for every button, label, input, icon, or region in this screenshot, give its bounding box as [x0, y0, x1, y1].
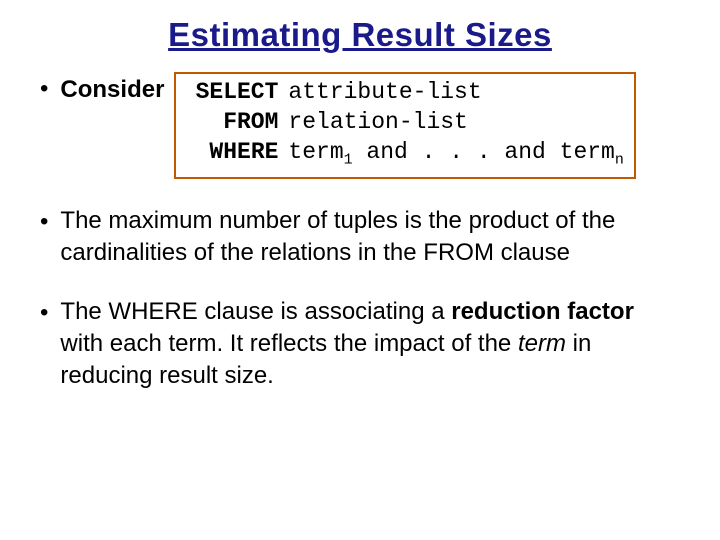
text-fragment: with each term. It reflects the impact o… — [60, 330, 518, 357]
term-prefix: term — [288, 139, 343, 165]
term-sub-n: n — [615, 152, 624, 168]
sql-arg-where: term1 and . . . and termn — [288, 139, 623, 165]
sql-box: SELECT attribute-list FROM relation-list W… — [174, 72, 635, 179]
term-sub-1: 1 — [344, 152, 353, 168]
sql-keyword-from: FROM — [186, 108, 278, 138]
sql-line-where: WHERE term1 and . . . and termn — [186, 138, 623, 171]
term-emph: term — [518, 330, 566, 357]
sql-keyword-select: SELECT — [186, 78, 278, 108]
bullet-body: Consider SELECT attribute-list FROM relati… — [60, 72, 680, 179]
slide: Estimating Result Sizes • Consider SELEC… — [0, 0, 720, 540]
text-fragment: The WHERE clause is associating a — [60, 298, 451, 325]
reduction-factor-bold: reduction factor — [451, 298, 634, 325]
sql-arg-from: relation-list — [288, 109, 467, 135]
consider-label: Consider — [60, 72, 164, 106]
consider-row: Consider SELECT attribute-list FROM relati… — [60, 72, 680, 179]
slide-title: Estimating Result Sizes — [40, 16, 680, 54]
term-mid: and . . . and term — [353, 139, 615, 165]
bullet-dot-icon: • — [40, 74, 48, 104]
bullet-dot-icon: • — [40, 298, 48, 328]
bullet-maxtuples: • The maximum number of tuples is the pr… — [40, 205, 680, 270]
bullet-body: The maximum number of tuples is the prod… — [60, 205, 680, 270]
bullet-dot-icon: • — [40, 207, 48, 237]
sql-line-select: SELECT attribute-list — [186, 78, 623, 108]
sql-keyword-where: WHERE — [186, 138, 278, 168]
bullet-consider: • Consider SELECT attribute-list FROM rela… — [40, 72, 680, 179]
sql-line-from: FROM relation-list — [186, 108, 623, 138]
sql-arg-select: attribute-list — [288, 79, 481, 105]
bullet-body: The WHERE clause is associating a reduct… — [60, 296, 680, 393]
bullet-reduction: • The WHERE clause is associating a redu… — [40, 296, 680, 393]
